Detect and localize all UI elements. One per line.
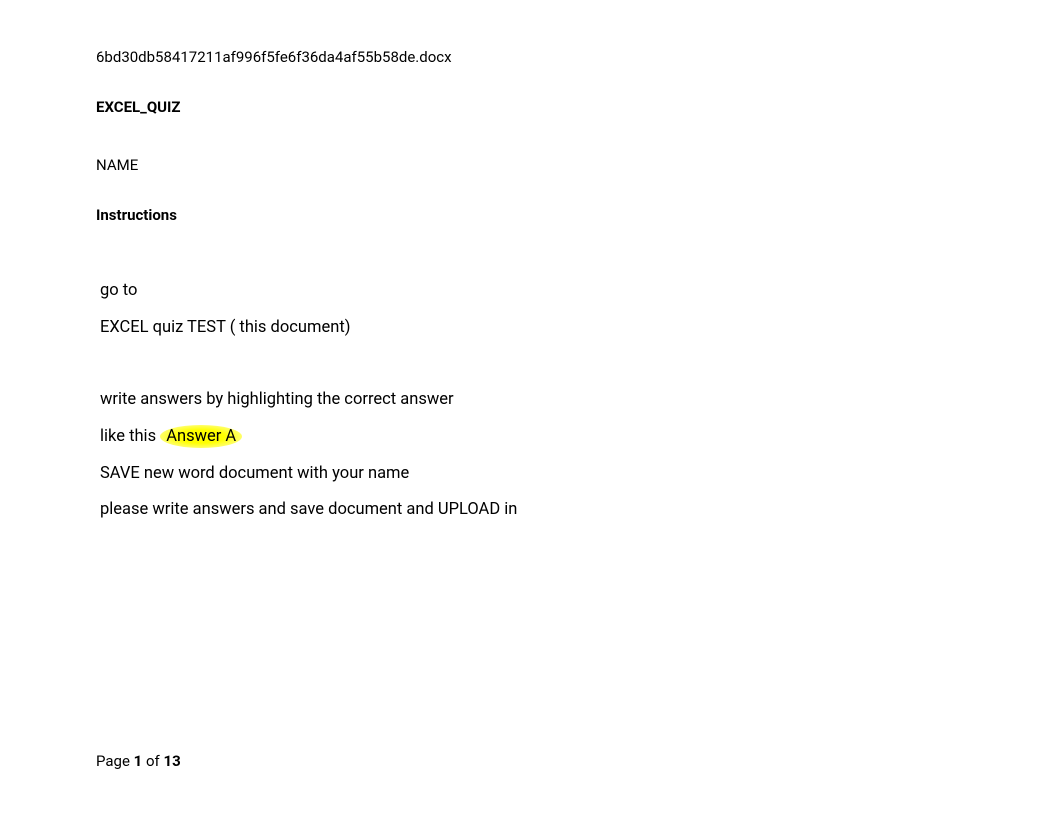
of-label: of xyxy=(142,752,163,770)
page-footer: Page 1 of 13 xyxy=(96,752,181,770)
total-pages-number: 13 xyxy=(163,752,180,770)
instruction-line: please write answers and save document a… xyxy=(100,493,966,528)
name-field-label: NAME xyxy=(96,156,966,174)
page-label: Page xyxy=(96,752,134,770)
current-page-number: 1 xyxy=(134,752,143,770)
document-page: 6bd30db58417211af996f5fe6f36da4af55b58de… xyxy=(0,0,1062,528)
instruction-line: SAVE new word document with your name xyxy=(100,457,966,492)
instruction-line: go to xyxy=(100,274,966,309)
instruction-line: write answers by highlighting the correc… xyxy=(100,383,966,418)
document-filename: 6bd30db58417211af996f5fe6f36da4af55b58de… xyxy=(96,48,966,66)
highlighted-answer-example: Answer A xyxy=(160,425,242,448)
blank-line xyxy=(100,347,966,383)
instructions-body: go to EXCEL quiz TEST ( this document) w… xyxy=(96,274,966,528)
document-title: EXCEL_QUIZ xyxy=(96,98,966,116)
instruction-line: EXCEL quiz TEST ( this document) xyxy=(100,311,966,346)
instruction-line: like this Answer A xyxy=(100,420,966,455)
instruction-text: like this xyxy=(100,427,160,446)
instructions-heading: Instructions xyxy=(96,206,966,224)
